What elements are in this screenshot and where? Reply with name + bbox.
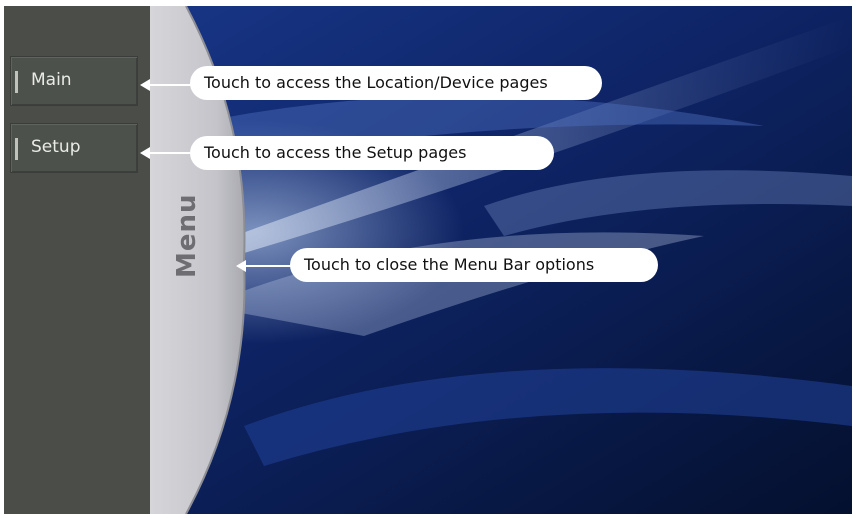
menu-callout: Touch to close the Menu Bar options bbox=[290, 248, 658, 282]
arrow-left-icon bbox=[140, 79, 192, 91]
button-indicator-icon bbox=[15, 71, 18, 93]
setup-button-label: Setup bbox=[31, 137, 81, 157]
main-callout: Touch to access the Location/Device page… bbox=[190, 66, 602, 100]
arrow-left-icon bbox=[140, 147, 192, 159]
arrow-left-icon bbox=[236, 260, 292, 272]
touch-panel-screen: Main Setup Menu Touch to access the Loca… bbox=[4, 6, 852, 514]
main-button[interactable]: Main bbox=[10, 56, 138, 106]
setup-button[interactable]: Setup bbox=[10, 123, 138, 173]
main-button-label: Main bbox=[31, 70, 72, 90]
button-indicator-icon bbox=[15, 138, 18, 160]
menu-sidebar: Main Setup bbox=[4, 6, 152, 514]
setup-callout: Touch to access the Setup pages bbox=[190, 136, 554, 170]
menu-toggle-label: Menu bbox=[172, 193, 202, 278]
